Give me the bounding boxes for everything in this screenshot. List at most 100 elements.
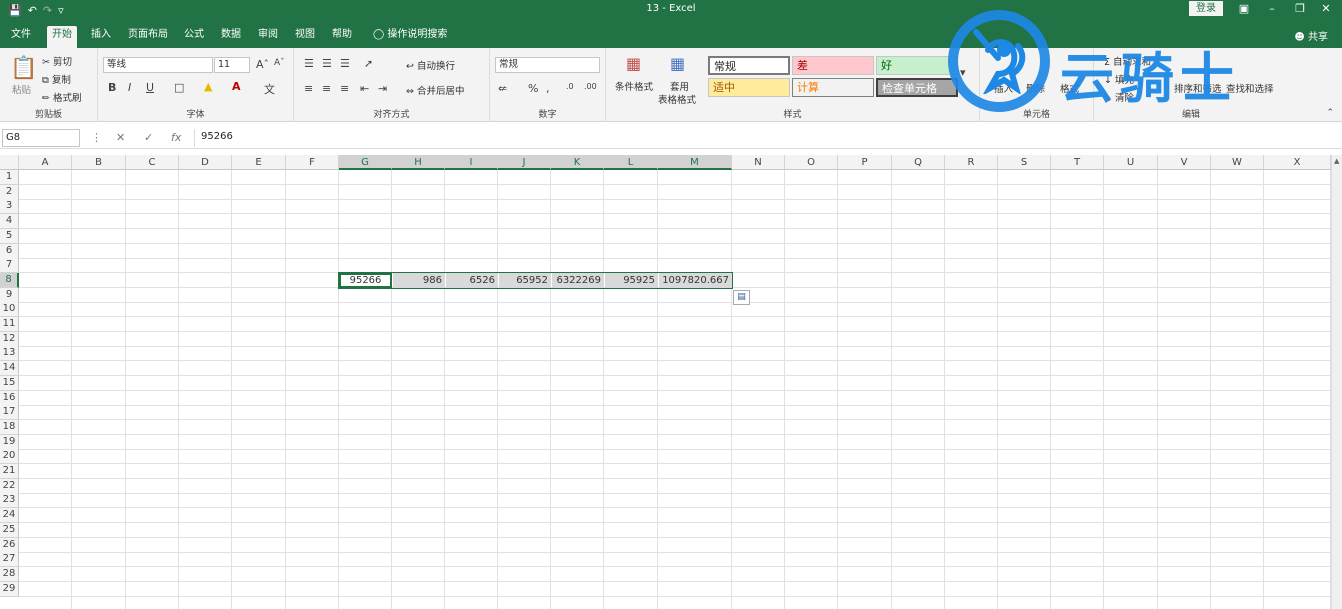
cell-L8[interactable]: 95925 bbox=[605, 273, 658, 288]
col-header-V[interactable]: V bbox=[1158, 155, 1211, 170]
tab-help[interactable]: 帮助 bbox=[327, 26, 357, 48]
col-header-W[interactable]: W bbox=[1211, 155, 1264, 170]
formula-input[interactable]: 95266 bbox=[194, 129, 1324, 147]
cell-H8[interactable]: 986 bbox=[393, 273, 445, 288]
font-size-select[interactable]: 11 bbox=[214, 57, 250, 73]
row-header-17[interactable]: 17 bbox=[0, 405, 19, 421]
format-as-table-label-1[interactable]: 套用 bbox=[670, 79, 689, 93]
tab-review[interactable]: 审阅 bbox=[253, 26, 283, 48]
col-header-I[interactable]: I bbox=[445, 155, 498, 170]
row-header-28[interactable]: 28 bbox=[0, 566, 19, 582]
increase-decimal-icon[interactable]: .0 bbox=[566, 82, 574, 91]
conditional-format-label[interactable]: 条件格式 bbox=[615, 79, 653, 93]
tab-insert[interactable]: 插入 bbox=[86, 26, 116, 48]
cell-J8[interactable]: 65952 bbox=[499, 273, 551, 288]
col-header-O[interactable]: O bbox=[785, 155, 838, 170]
tab-view[interactable]: 视图 bbox=[290, 26, 320, 48]
underline-button[interactable]: U bbox=[146, 81, 154, 94]
percent-icon[interactable]: % bbox=[528, 82, 538, 95]
align-right-icon[interactable]: ≡ bbox=[340, 82, 349, 95]
col-header-H[interactable]: H bbox=[392, 155, 445, 170]
cell-M8[interactable]: 1097820.667 bbox=[659, 273, 732, 288]
name-box[interactable]: G8 bbox=[2, 129, 80, 147]
col-header-B[interactable]: B bbox=[72, 155, 126, 170]
col-header-G[interactable]: G bbox=[339, 155, 392, 170]
login-button[interactable]: 登录 bbox=[1189, 1, 1223, 16]
row-header-3[interactable]: 3 bbox=[0, 199, 19, 215]
row-header-22[interactable]: 22 bbox=[0, 478, 19, 494]
cancel-entry-icon[interactable]: ✕ bbox=[116, 131, 125, 144]
col-header-X[interactable]: X bbox=[1264, 155, 1331, 170]
confirm-entry-icon[interactable]: ✓ bbox=[144, 131, 153, 144]
style-bad[interactable]: 差 bbox=[792, 56, 874, 75]
decrease-indent-icon[interactable]: ⇤ bbox=[360, 82, 369, 95]
row-header-25[interactable]: 25 bbox=[0, 522, 19, 538]
col-header-C[interactable]: C bbox=[126, 155, 179, 170]
cell-I8[interactable]: 6526 bbox=[446, 273, 498, 288]
row-header-23[interactable]: 23 bbox=[0, 493, 19, 509]
col-header-F[interactable]: F bbox=[286, 155, 339, 170]
format-painter-button[interactable]: ✏ 格式刷 bbox=[42, 90, 82, 104]
restore-icon[interactable]: ❐ bbox=[1290, 2, 1310, 15]
format-as-table-icon[interactable]: ▦ bbox=[670, 54, 685, 73]
row-header-1[interactable]: 1 bbox=[0, 170, 19, 185]
row-header-27[interactable]: 27 bbox=[0, 552, 19, 568]
insert-function-button[interactable]: fx bbox=[171, 131, 181, 144]
ribbon-display-icon[interactable]: ▣ bbox=[1234, 2, 1254, 15]
borders-icon[interactable]: □ bbox=[174, 81, 184, 94]
align-bottom-icon[interactable]: ☰ bbox=[340, 57, 350, 70]
col-header-N[interactable]: N bbox=[732, 155, 785, 170]
col-header-J[interactable]: J bbox=[498, 155, 551, 170]
scroll-up-icon[interactable]: ▲ bbox=[1334, 157, 1339, 165]
col-header-A[interactable]: A bbox=[19, 155, 72, 170]
style-neutral[interactable]: 适中 bbox=[708, 78, 790, 97]
close-icon[interactable]: ✕ bbox=[1316, 2, 1336, 15]
col-header-L[interactable]: L bbox=[604, 155, 658, 170]
paste-icon[interactable]: 📋 bbox=[10, 56, 37, 81]
tab-page-layout[interactable]: 页面布局 bbox=[123, 26, 173, 48]
tab-formulas[interactable]: 公式 bbox=[179, 26, 209, 48]
col-header-U[interactable]: U bbox=[1104, 155, 1158, 170]
row-header-11[interactable]: 11 bbox=[0, 317, 19, 332]
cut-button[interactable]: ✂ 剪切 bbox=[42, 54, 72, 68]
col-header-D[interactable]: D bbox=[179, 155, 232, 170]
col-header-M[interactable]: M bbox=[658, 155, 732, 170]
phonetic-icon[interactable]: 文 bbox=[264, 81, 275, 97]
row-header-18[interactable]: 18 bbox=[0, 419, 19, 435]
col-header-E[interactable]: E bbox=[232, 155, 286, 170]
shrink-font-icon[interactable]: Aˇ bbox=[274, 58, 285, 68]
conditional-format-icon[interactable]: ▦ bbox=[626, 54, 641, 73]
tell-me-search[interactable]: ◯ 操作说明搜索 bbox=[368, 26, 452, 48]
row-header-19[interactable]: 19 bbox=[0, 434, 19, 450]
wrap-text-button[interactable]: ↩ 自动换行 bbox=[406, 58, 455, 72]
row-header-24[interactable]: 24 bbox=[0, 508, 19, 524]
bold-button[interactable]: B bbox=[108, 81, 116, 94]
cell-G8[interactable]: 95266 bbox=[339, 273, 392, 288]
row-header-6[interactable]: 6 bbox=[0, 243, 19, 259]
collapse-ribbon-icon[interactable]: ⌃ bbox=[1326, 108, 1334, 118]
row-header-7[interactable]: 7 bbox=[0, 258, 19, 274]
row-header-26[interactable]: 26 bbox=[0, 537, 19, 553]
col-header-Q[interactable]: Q bbox=[892, 155, 945, 170]
col-header-R[interactable]: R bbox=[945, 155, 998, 170]
row-header-20[interactable]: 20 bbox=[0, 449, 19, 465]
increase-indent-icon[interactable]: ⇥ bbox=[378, 82, 387, 95]
share-button[interactable]: ☻ 共享 bbox=[1294, 28, 1328, 43]
row-header-2[interactable]: 2 bbox=[0, 184, 19, 200]
format-as-table-label-2[interactable]: 表格格式 bbox=[658, 92, 696, 106]
col-header-T[interactable]: T bbox=[1051, 155, 1104, 170]
col-header-S[interactable]: S bbox=[998, 155, 1051, 170]
worksheet-grid[interactable]: ABCDEFGHIJKLMNOPQRSTUVWX 1 2 3 4 5 6 7 8 9 10 11 12… bbox=[0, 155, 1342, 609]
vertical-scrollbar[interactable]: ▲ bbox=[1331, 155, 1342, 609]
style-normal[interactable]: 常规 bbox=[708, 56, 790, 75]
comma-icon[interactable]: , bbox=[546, 82, 550, 95]
row-header-10[interactable]: 10 bbox=[0, 302, 19, 318]
row-header-5[interactable]: 5 bbox=[0, 228, 19, 244]
tab-file[interactable]: 文件 bbox=[6, 26, 36, 48]
tab-home[interactable]: 开始 bbox=[47, 26, 77, 48]
cell-K8[interactable]: 6322269 bbox=[552, 273, 604, 288]
align-left-icon[interactable]: ≡ bbox=[304, 82, 313, 95]
row-header-16[interactable]: 16 bbox=[0, 390, 19, 406]
quick-analysis-icon[interactable]: ▤ bbox=[733, 290, 750, 305]
style-good[interactable]: 好 bbox=[876, 56, 958, 75]
